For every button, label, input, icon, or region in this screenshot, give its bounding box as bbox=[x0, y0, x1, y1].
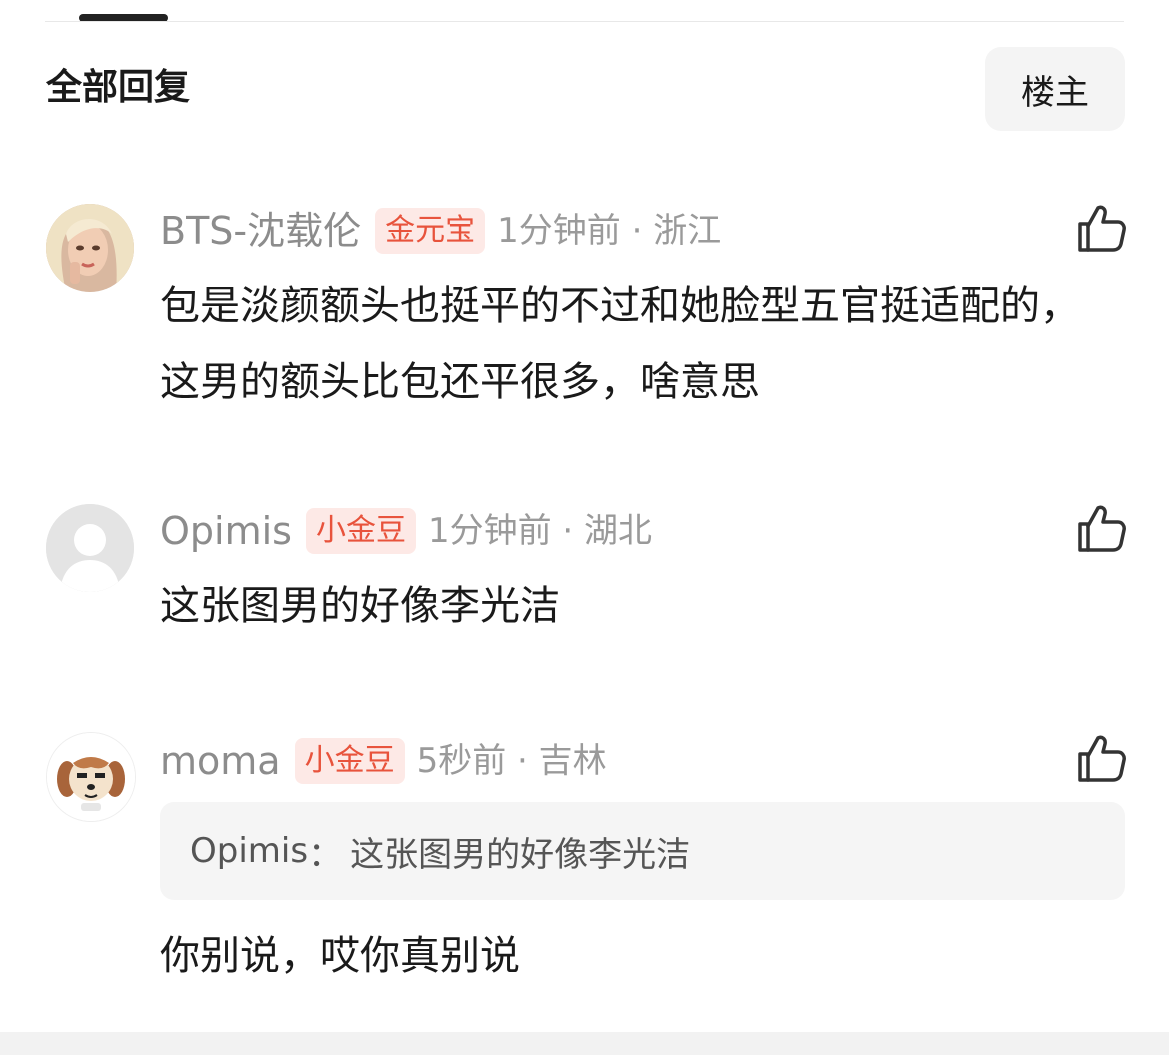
quoted-text: 这张图男的好像李光洁 bbox=[350, 834, 691, 875]
comment-content: 包是淡颜额头也挺平的不过和她脸型五官挺适配的，这男的额头比包还平很多，啥意思 bbox=[160, 283, 1080, 405]
top-divider bbox=[45, 21, 1124, 22]
user-avatar[interactable] bbox=[46, 732, 136, 822]
user-level-badge: 小金豆 bbox=[305, 508, 416, 554]
cartoon-dog-avatar bbox=[47, 733, 135, 821]
user-avatar[interactable] bbox=[46, 504, 134, 592]
comment-meta: Opimis 小金豆 1分钟前 · 湖北 bbox=[160, 504, 652, 558]
default-gray-avatar bbox=[46, 504, 134, 592]
thumbs-up-icon bbox=[1078, 735, 1126, 782]
comment-time: 1分钟前 bbox=[427, 511, 552, 551]
meta-separator: · bbox=[506, 741, 539, 781]
thumbs-up-icon bbox=[1078, 505, 1126, 552]
comment-username[interactable]: moma bbox=[160, 734, 281, 788]
user-level-badge: 小金豆 bbox=[294, 738, 405, 784]
comment-time: 5秒前 bbox=[416, 741, 507, 781]
thumbs-up-icon bbox=[1078, 205, 1126, 252]
comment-username[interactable]: Opimis bbox=[160, 504, 292, 558]
like-button[interactable] bbox=[1076, 732, 1128, 784]
quoted-reply[interactable]: Opimis ： 这张图男的好像李光洁 bbox=[160, 802, 1125, 900]
comment-content: 这张图男的好像李光洁 bbox=[160, 583, 560, 629]
meta-separator: · bbox=[620, 211, 654, 251]
quote-separator: ： bbox=[308, 834, 343, 875]
user-avatar[interactable] bbox=[46, 204, 134, 292]
replies-section-title: 全部回复 bbox=[46, 67, 191, 108]
quoted-author[interactable]: Opimis bbox=[190, 831, 308, 871]
comment-time-location: 1分钟前 · 浙江 bbox=[497, 204, 721, 258]
blonde-woman-avatar bbox=[46, 204, 134, 292]
comment-location: 湖北 bbox=[584, 511, 653, 551]
comment-meta: moma 小金豆 5秒前 · 吉林 bbox=[160, 734, 607, 788]
like-button[interactable] bbox=[1076, 502, 1128, 554]
comment-time: 1分钟前 bbox=[497, 211, 621, 251]
comment-location: 吉林 bbox=[538, 741, 607, 781]
user-level-badge: 金元宝 bbox=[375, 208, 486, 254]
bottom-bar bbox=[0, 1032, 1169, 1055]
comment-location: 浙江 bbox=[653, 211, 722, 251]
comment-meta: BTS-沈载伦 金元宝 1分钟前 · 浙江 bbox=[160, 204, 721, 258]
comment-content: 你别说，哎你真别说 bbox=[160, 933, 520, 979]
comment-time-location: 1分钟前 · 湖北 bbox=[428, 504, 652, 558]
like-button[interactable] bbox=[1076, 202, 1128, 254]
meta-separator: · bbox=[551, 511, 585, 551]
op-filter-button[interactable]: 楼主 bbox=[985, 47, 1125, 131]
comment-username[interactable]: BTS-沈载伦 bbox=[160, 204, 361, 258]
comment-time-location: 5秒前 · 吉林 bbox=[417, 734, 607, 788]
